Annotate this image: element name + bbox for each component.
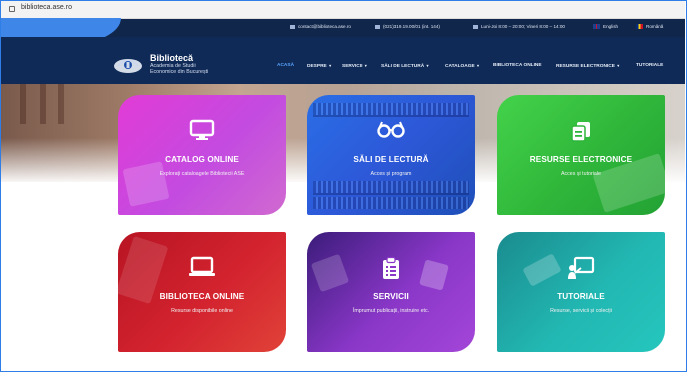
nav-biblioteca-online-label[interactable]: BIBLIOTECA ONLINE xyxy=(493,63,542,68)
nav-acasa-label[interactable]: ACASĂ xyxy=(277,63,294,68)
tile-title[interactable]: SĂLI DE LECTURĂ xyxy=(307,155,475,164)
tile-resurse-electronice[interactable]: RESURSE ELECTRONICE Acces și tutoriale xyxy=(497,95,665,215)
chevron-down-icon: ▾ xyxy=(477,63,480,68)
tile-title[interactable]: BIBLIOTECA ONLINE xyxy=(118,292,286,301)
tile-title[interactable]: CATALOG ONLINE xyxy=(118,155,286,164)
tile-decor xyxy=(419,259,449,291)
nav-item-despre[interactable]: DESPRE ▾ xyxy=(307,63,331,69)
mail-icon xyxy=(290,24,295,29)
bookshelf-decor xyxy=(313,197,469,209)
clock-icon xyxy=(473,24,478,29)
tile-subtitle: Împrumut publicații, instruire etc. xyxy=(352,308,430,314)
hero-decor xyxy=(20,84,26,124)
tile-decor xyxy=(310,253,350,293)
chevron-down-icon: ▾ xyxy=(617,63,620,68)
nav-item-tutoriale[interactable]: TUTORIALE xyxy=(636,63,663,68)
tile-subtitle: Acces și program xyxy=(370,171,412,177)
tile-sali-de-lectura[interactable]: SĂLI DE LECTURĂ Acces și program xyxy=(307,95,475,215)
nav-despre-label[interactable]: DESPRE xyxy=(307,64,327,69)
bookshelf-decor xyxy=(313,103,469,115)
tile-title[interactable]: RESURSE ELECTRONICE xyxy=(497,155,665,164)
contact-phone-text[interactable]: (021)319.19.00/01 (int. 144) xyxy=(383,24,440,29)
nav-item-sali[interactable]: SĂLI DE LECTURĂ ▾ xyxy=(381,63,429,69)
nav-item-cataloage[interactable]: CATALOAGE ▾ xyxy=(445,63,479,69)
language-romanian-label[interactable]: Română xyxy=(646,24,663,29)
tile-title[interactable]: SERVICII xyxy=(307,292,475,301)
tile-subtitle: Explorați cataloagele Bibliotecii ASE xyxy=(159,171,245,177)
lock-icon xyxy=(9,6,15,12)
phone-icon xyxy=(375,24,380,29)
chevron-down-icon: ▾ xyxy=(364,63,367,68)
opening-hours: Luni-Joi 8:00 – 20:00; Vineri 8:00 – 14:… xyxy=(473,24,565,29)
url-text[interactable]: biblioteca.ase.ro xyxy=(21,4,72,11)
brand-subtitle-line2: Economice din București xyxy=(150,69,209,75)
language-english-label[interactable]: English xyxy=(603,24,618,29)
tile-biblioteca-online[interactable]: BIBLIOTECA ONLINE Resurse disponibile on… xyxy=(118,232,286,352)
language-english[interactable]: English xyxy=(593,24,618,30)
tile-subtitle: Resurse disponibile online xyxy=(171,308,233,314)
nav-item-resurse[interactable]: RESURSE ELECTRONICE ▾ xyxy=(556,63,619,69)
tile-subtitle: Acces și tutoriale xyxy=(560,171,602,177)
bookshelf-decor xyxy=(313,193,469,195)
nav-resurse-label[interactable]: RESURSE ELECTRONICE xyxy=(556,64,615,69)
nav-item-acasa[interactable]: ACASĂ xyxy=(277,63,294,68)
nav-sali-label[interactable]: SĂLI DE LECTURĂ xyxy=(381,64,424,69)
language-romanian[interactable]: Română xyxy=(636,24,663,30)
tile-title[interactable]: TUTORIALE xyxy=(497,292,665,301)
nav-tutoriale-label[interactable]: TUTORIALE xyxy=(636,63,663,68)
tile-decor xyxy=(522,253,562,287)
bookshelf-decor xyxy=(313,181,469,193)
nav-servicii-label[interactable]: SERVICII xyxy=(342,64,362,69)
glasses-icon xyxy=(377,121,405,138)
tile-subtitle: Resurse, servicii și colecții xyxy=(550,308,612,314)
nav-cataloage-label[interactable]: CATALOAGE xyxy=(445,64,475,69)
contact-email[interactable]: contact@biblioteca.ase.ro xyxy=(290,24,351,29)
contact-phone[interactable]: (021)319.19.00/01 (int. 144) xyxy=(375,24,440,29)
uk-flag-icon xyxy=(593,24,600,30)
clipboard-icon xyxy=(383,256,399,279)
tile-tutoriale[interactable]: TUTORIALE Resurse, servicii și colecții xyxy=(497,232,665,352)
chevron-down-icon: ▾ xyxy=(426,63,429,68)
laptop-icon xyxy=(189,256,215,276)
opening-hours-text: Luni-Joi 8:00 – 20:00; Vineri 8:00 – 14:… xyxy=(481,24,565,29)
address-bar[interactable]: biblioteca.ase.ro xyxy=(1,1,685,19)
chevron-down-icon: ▾ xyxy=(329,63,332,68)
tile-decor xyxy=(122,161,170,207)
ase-logo-icon[interactable] xyxy=(112,54,144,74)
hero-decor xyxy=(40,84,46,124)
contact-email-text[interactable]: contact@biblioteca.ase.ro xyxy=(298,24,351,29)
brand-subtitle: Academia de Studii Economice din Bucureș… xyxy=(150,63,240,75)
tile-catalog-online[interactable]: CATALOG ONLINE Explorați cataloagele Bib… xyxy=(118,95,286,215)
presentation-icon xyxy=(568,256,595,279)
main-header xyxy=(1,37,685,84)
brand-title[interactable]: Bibliotecă xyxy=(150,53,193,63)
nav-item-servicii[interactable]: SERVICII ▾ xyxy=(342,63,367,69)
monitor-icon xyxy=(189,119,215,140)
tile-servicii[interactable]: SERVICII Împrumut publicații, instruire … xyxy=(307,232,475,352)
copy-icon xyxy=(571,122,590,142)
nav-item-biblioteca-online[interactable]: BIBLIOTECA ONLINE xyxy=(493,63,542,68)
romania-flag-icon xyxy=(636,24,643,30)
hero-decor xyxy=(58,84,64,124)
bookshelf-decor xyxy=(313,115,469,117)
